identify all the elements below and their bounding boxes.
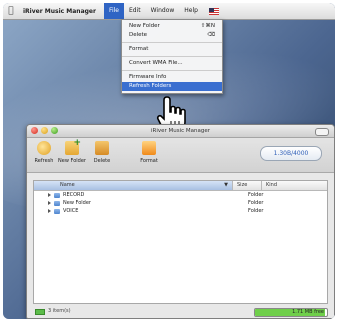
zoom-icon[interactable]: [51, 127, 58, 134]
column-header-kind[interactable]: Kind: [262, 181, 327, 190]
column-header-name[interactable]: Name ▼: [34, 181, 233, 190]
menu-item-label: New Folder: [129, 23, 160, 29]
new-folder-label: New Folder: [58, 158, 86, 164]
new-folder-button[interactable]: New Folder: [57, 138, 87, 164]
file-list: Name ▼ Size Kind RECORD Folder New Folde…: [33, 180, 328, 304]
table-row[interactable]: VOICE Folder: [34, 207, 327, 215]
window-titlebar[interactable]: iRiver Music Manager: [27, 125, 334, 138]
status-left: 3 item(s): [35, 305, 71, 318]
menu-item-format[interactable]: Format: [122, 45, 222, 54]
delete-button[interactable]: Delete: [87, 141, 117, 164]
delete-icon: [95, 141, 109, 155]
menu-separator: [122, 56, 222, 57]
storage-meter: 1.71 MB free: [254, 308, 328, 317]
minimize-icon[interactable]: [41, 127, 48, 134]
menu-item-label: Firmware Info: [129, 74, 167, 80]
table-row[interactable]: RECORD Folder: [34, 191, 327, 199]
menu-bar:  iRiver Music Manager File Edit Window …: [3, 3, 335, 20]
music-manager-window: iRiver Music Manager Refresh New Folder …: [26, 124, 335, 319]
row-name-cell: VOICE: [34, 207, 220, 215]
menu-item-new-folder[interactable]: New Folder ⇧⌘N: [122, 22, 222, 31]
menu-item-shortcut: ⌫: [207, 32, 215, 38]
close-icon[interactable]: [31, 127, 38, 134]
refresh-label: Refresh: [34, 158, 54, 164]
device-status-icon: [35, 308, 45, 315]
screenshot-frame:  iRiver Music Manager File Edit Window …: [3, 3, 335, 319]
disclosure-triangle-icon[interactable]: [48, 201, 51, 205]
menu-help[interactable]: Help: [179, 3, 203, 19]
delete-label: Delete: [93, 158, 111, 164]
row-name-cell: RECORD: [34, 191, 220, 199]
menu-item-label: Refresh Folders: [129, 83, 172, 89]
row-kind: Folder: [248, 192, 264, 198]
row-name-cell: New Folder: [34, 199, 220, 207]
apple-icon[interactable]: : [3, 6, 19, 16]
menu-edit[interactable]: Edit: [124, 3, 146, 19]
window-toolbar: Refresh New Folder Delete Format 1.30B/4…: [27, 138, 334, 173]
column-header-size[interactable]: Size: [233, 181, 262, 190]
storage-free-text: 1.71 MB free: [292, 309, 324, 315]
refresh-icon: [37, 141, 51, 155]
row-size: [220, 199, 244, 207]
folder-icon: [54, 192, 60, 198]
new-folder-icon: [65, 138, 81, 155]
toolbar-toggle-button[interactable]: [315, 128, 329, 136]
menu-item-shortcut: ⇧⌘N: [200, 23, 215, 29]
disclosure-triangle-icon[interactable]: [48, 209, 51, 213]
window-title: iRiver Music Manager: [150, 128, 211, 134]
status-bar: 3 item(s) 1.71 MB free: [27, 305, 334, 318]
menu-item-firmware-info[interactable]: Firmware Info: [122, 73, 222, 82]
capacity-indicator: 1.30B/4000: [260, 146, 322, 161]
format-button[interactable]: Format: [134, 141, 164, 164]
item-count: 3 item(s): [48, 308, 71, 314]
row-name: RECORD: [63, 192, 85, 198]
disclosure-triangle-icon[interactable]: [48, 193, 51, 197]
sort-arrow-icon: ▼: [224, 182, 228, 188]
file-menu-dropdown: New Folder ⇧⌘N Delete ⌫ Format Convert W…: [121, 19, 223, 94]
menu-item-delete[interactable]: Delete ⌫: [122, 31, 222, 40]
menu-item-label: Delete: [129, 32, 148, 38]
format-label: Format: [140, 158, 158, 164]
row-name: New Folder: [63, 200, 91, 206]
flag-icon[interactable]: [208, 7, 219, 15]
menu-item-label: Convert WMA File...: [129, 60, 183, 66]
format-icon: [142, 141, 156, 155]
row-size: [220, 207, 244, 215]
row-size: [220, 191, 244, 199]
column-name-label: Name: [60, 182, 75, 188]
menu-item-label: Format: [129, 46, 149, 52]
menu-item-convert-wma[interactable]: Convert WMA File...: [122, 59, 222, 68]
menu-file[interactable]: File: [103, 3, 124, 19]
file-list-header: Name ▼ Size Kind: [34, 181, 327, 191]
menu-separator: [122, 70, 222, 71]
menu-item-refresh-folders[interactable]: Refresh Folders: [122, 82, 222, 91]
row-kind: Folder: [248, 200, 264, 206]
row-kind: Folder: [248, 208, 264, 214]
folder-icon: [54, 200, 60, 206]
window-controls: [31, 127, 58, 134]
refresh-button[interactable]: Refresh: [29, 141, 59, 164]
menu-window[interactable]: Window: [146, 3, 180, 19]
row-name: VOICE: [63, 208, 79, 214]
menu-app-name[interactable]: iRiver Music Manager: [23, 8, 96, 15]
menu-separator: [122, 42, 222, 43]
table-row[interactable]: New Folder Folder: [34, 199, 327, 207]
folder-icon: [54, 208, 60, 214]
